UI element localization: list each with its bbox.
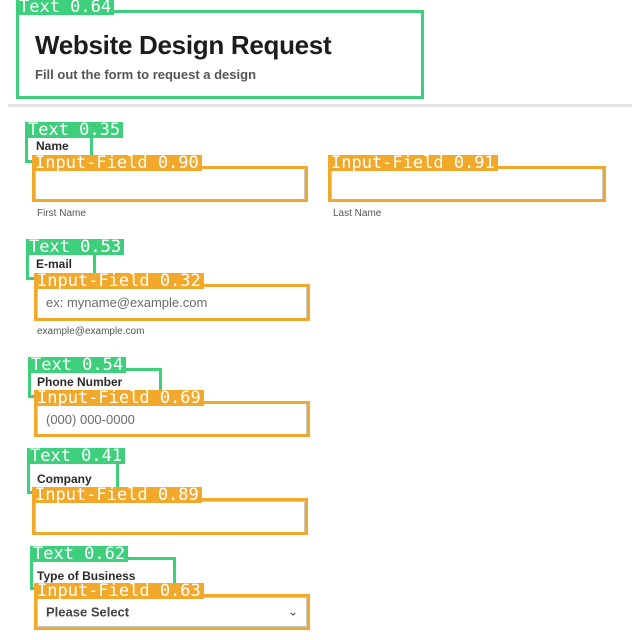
detection-label: Input-Field 0.69 bbox=[34, 390, 204, 407]
first-name-sublabel: First Name bbox=[37, 208, 86, 219]
detection-label: Text 0.41 bbox=[27, 448, 126, 465]
detection-box-input: Input-Field 0.91 bbox=[328, 155, 606, 202]
detection-label: Input-Field 0.63 bbox=[34, 583, 204, 600]
last-name-sublabel: Last Name bbox=[333, 208, 382, 219]
detection-label: Input-Field 0.90 bbox=[32, 155, 202, 172]
header-divider bbox=[8, 104, 632, 107]
detection-label: Text 0.35 bbox=[25, 122, 124, 139]
detection-label: Input-Field 0.89 bbox=[32, 487, 202, 504]
detection-label: Text 0.62 bbox=[30, 546, 129, 563]
detection-box-input: Input-Field 0.63 bbox=[34, 583, 310, 630]
detection-box-input: Input-Field 0.90 bbox=[32, 155, 308, 202]
detection-box-input: Input-Field 0.89 bbox=[32, 487, 308, 535]
email-sublabel: example@example.com bbox=[37, 326, 145, 337]
detection-box-input: Input-Field 0.32 bbox=[34, 273, 310, 321]
detection-box-input: Input-Field 0.69 bbox=[34, 390, 310, 437]
detection-box-text: Text 0.64 bbox=[16, 0, 424, 99]
detection-label: Text 0.54 bbox=[28, 357, 127, 374]
screenshot-canvas: Website Design Request Fill out the form… bbox=[0, 0, 640, 640]
detection-label: Input-Field 0.32 bbox=[34, 273, 204, 290]
detection-label: Text 0.53 bbox=[26, 239, 125, 256]
detection-label: Text 0.64 bbox=[16, 0, 115, 16]
detection-label: Input-Field 0.91 bbox=[328, 155, 498, 172]
